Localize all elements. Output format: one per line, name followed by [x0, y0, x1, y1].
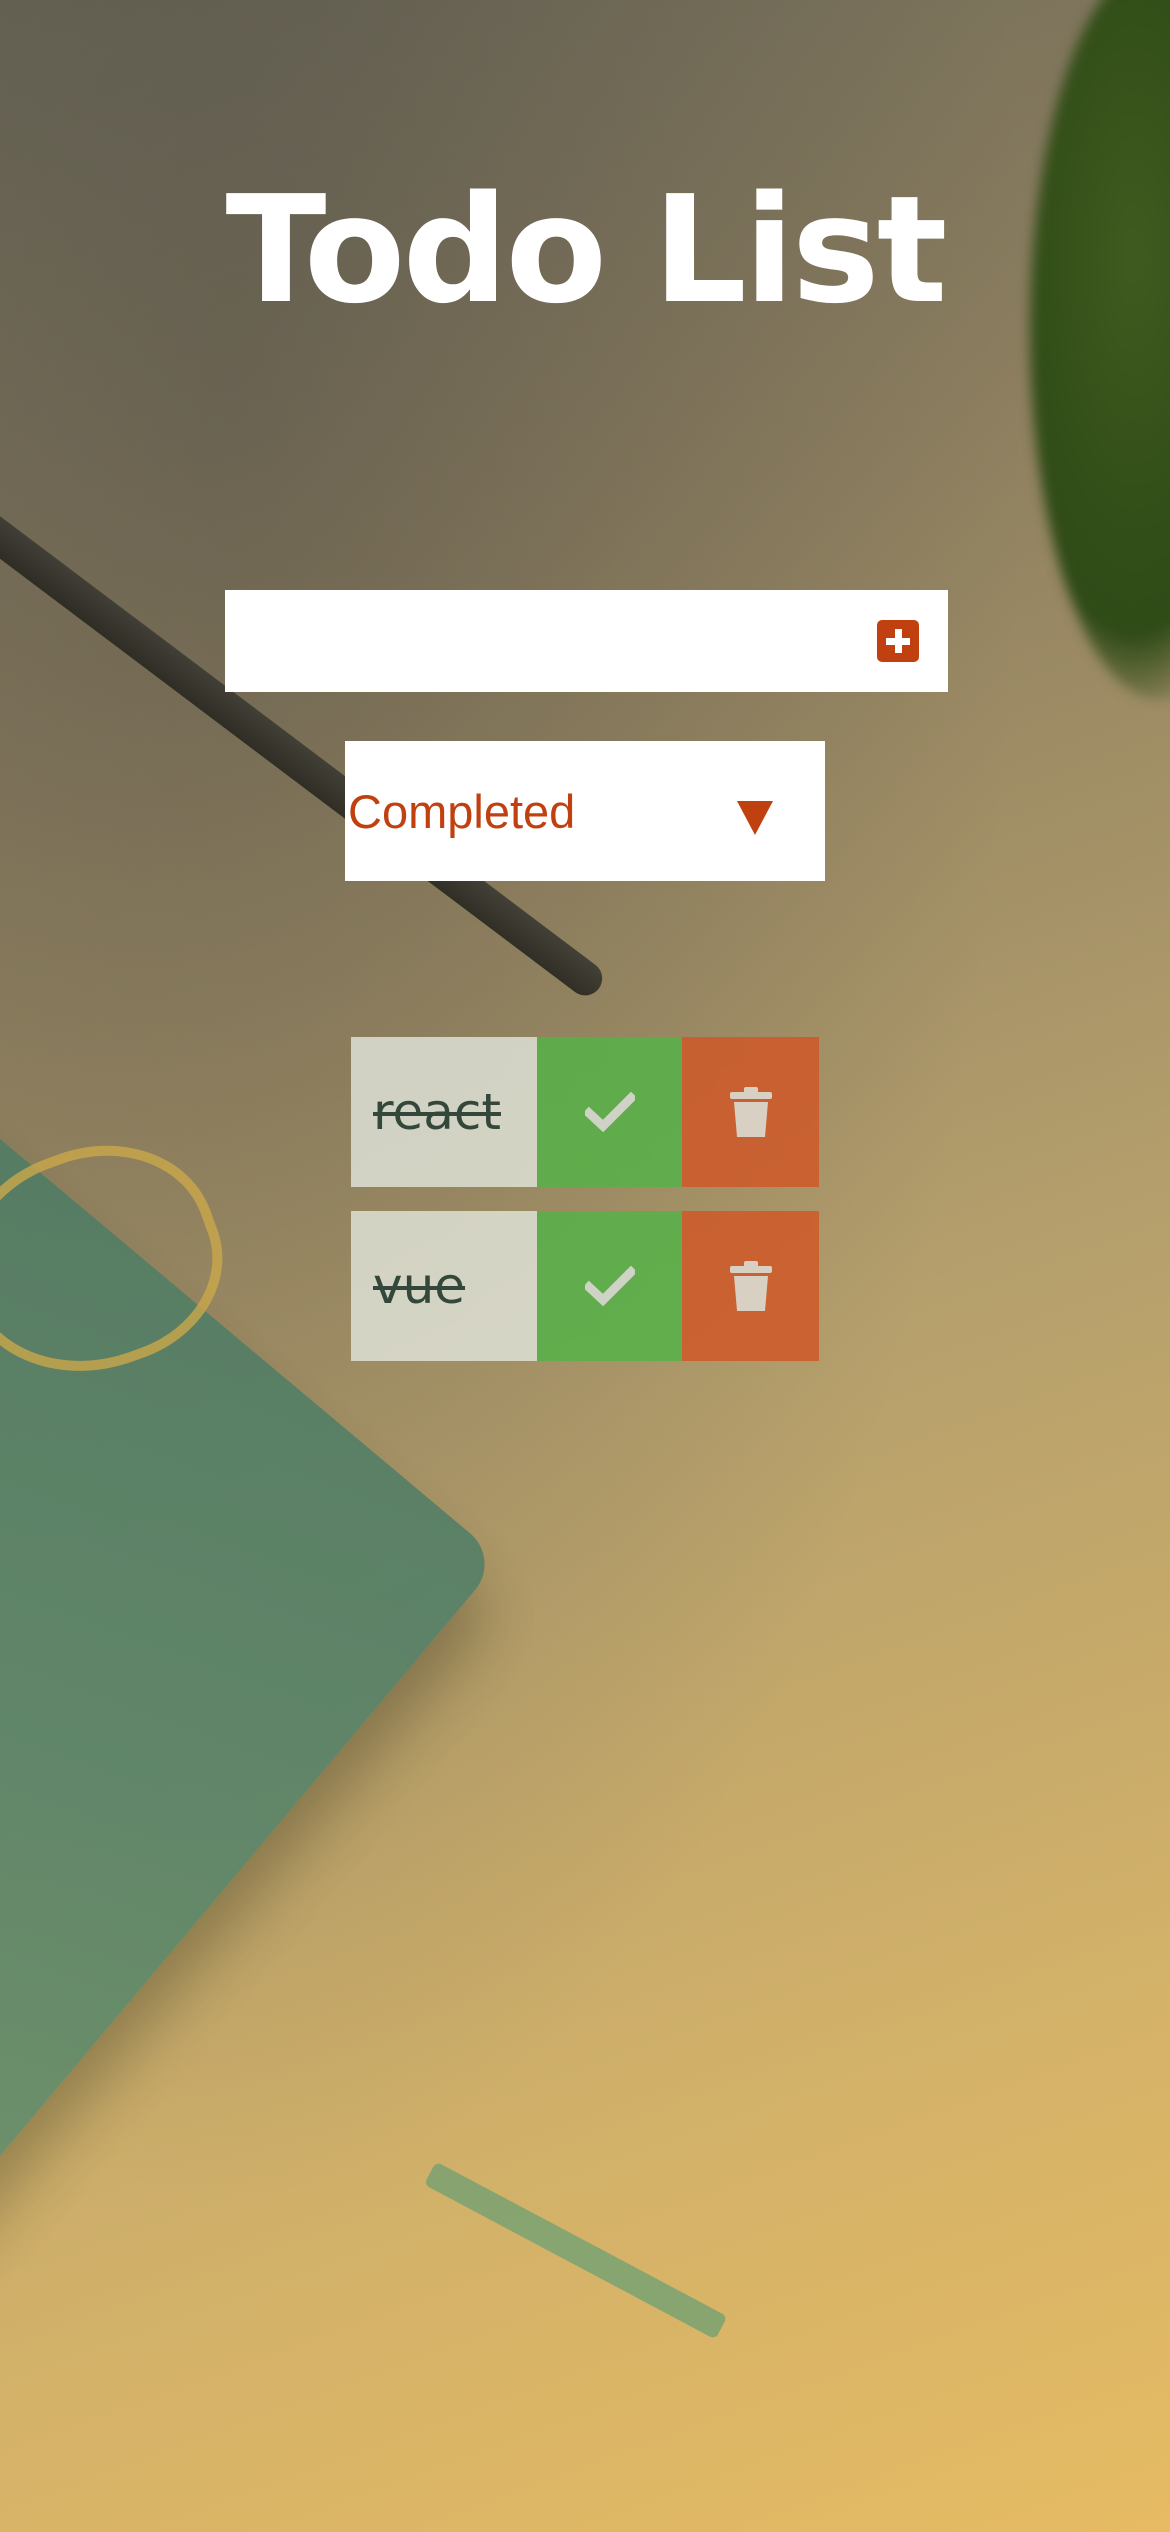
todo-item: vue — [351, 1211, 819, 1361]
trash-icon — [729, 1087, 772, 1137]
todo-text: vue — [351, 1211, 537, 1361]
todo-text: react — [351, 1037, 537, 1187]
todo-input[interactable] — [225, 590, 848, 692]
page-title: Todo List — [225, 164, 948, 336]
add-todo-button[interactable] — [848, 590, 948, 692]
todo-item: react — [351, 1037, 819, 1187]
plus-square-icon — [877, 620, 919, 662]
add-todo-form — [225, 590, 948, 692]
complete-button[interactable] — [537, 1037, 682, 1187]
filter-selected-value: Completed — [348, 784, 576, 838]
complete-button[interactable] — [537, 1211, 682, 1361]
check-icon — [584, 1092, 635, 1132]
delete-button[interactable] — [682, 1037, 819, 1187]
caret-down-icon — [737, 801, 773, 835]
check-icon — [584, 1266, 635, 1306]
filter-select[interactable]: Completed — [345, 741, 825, 881]
todo-app: Todo List Completed react vue — [0, 0, 1170, 2532]
trash-icon — [729, 1261, 772, 1311]
delete-button[interactable] — [682, 1211, 819, 1361]
todo-list: react vue — [351, 1037, 819, 1385]
